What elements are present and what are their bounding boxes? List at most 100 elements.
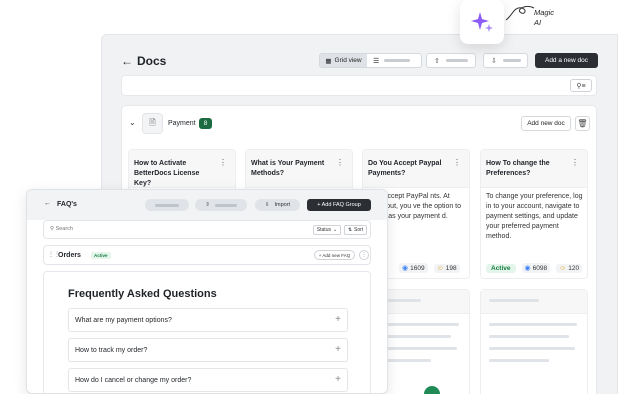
doc-card-body: To change your preference, log in to you… — [486, 193, 583, 240]
upload-icon: ⇧ — [434, 57, 440, 65]
eye-icon: ◉ — [524, 265, 531, 272]
eye-icon: ◉ — [402, 265, 409, 272]
doc-card-title: What is Your Payment Methods? — [251, 160, 325, 177]
status-badge: Active — [91, 252, 111, 259]
grid-icon: ▦ — [325, 57, 332, 65]
doc-card-footer: Active ◉ 6098 ☺ 120 — [486, 262, 583, 274]
label-placeholder — [384, 59, 411, 62]
more-vertical-icon[interactable]: ⋮ — [453, 158, 461, 167]
view-toggle: ▦ Grid view ☰ — [319, 53, 422, 68]
skeleton-line — [489, 359, 549, 362]
label-placeholder — [214, 203, 237, 207]
trash-icon[interactable]: 🗑 — [575, 116, 590, 131]
magic-ai-label-line1: Magic — [534, 8, 555, 17]
status-label: Status — [316, 227, 331, 233]
add-new-faq-button[interactable]: + Add new FAQ — [314, 250, 355, 260]
list-view-button[interactable]: ☰ — [367, 54, 421, 67]
more-vertical-icon[interactable]: ⋮ — [571, 158, 579, 167]
more-vertical-icon[interactable]: ⋮ — [336, 158, 344, 167]
stage: ← Docs ▦ Grid view ☰ ⇧ ⇩ Add a new doc ⚲… — [0, 0, 618, 394]
file-icon: 🗎 — [142, 113, 163, 134]
sort-button[interactable]: ⇅ Sort — [344, 225, 367, 235]
doc-card[interactable]: How To change the Preferences? ⋮ To chan… — [480, 149, 588, 279]
import-label: Import — [274, 202, 291, 208]
add-doc-button[interactable]: Add a new doc — [535, 53, 598, 68]
label-placeholder — [155, 203, 179, 207]
reactions-stat: ☺ 198 — [433, 263, 460, 273]
toolbar-pill[interactable] — [145, 199, 189, 211]
download-icon: ⇩ — [264, 202, 270, 208]
plus-icon[interactable]: + — [335, 344, 341, 355]
skeleton-line — [489, 323, 577, 326]
list-icon: ☰ — [373, 57, 380, 65]
sort-label: Sort — [354, 227, 364, 233]
category-label: Payment — [168, 120, 196, 127]
reactions-count: 120 — [568, 264, 580, 272]
search-icon: ⚲≡ — [576, 82, 586, 90]
faq-preview: Frequently Asked Questions What are my p… — [43, 271, 371, 393]
arrow-left-icon[interactable]: ← — [121, 54, 133, 68]
views-count: 6098 — [532, 264, 548, 272]
search-placeholder: ⚲ Search — [50, 226, 73, 232]
status-dropdown[interactable]: Status ⌄ — [313, 225, 341, 235]
import-button[interactable]: ⇩ Import — [255, 199, 300, 211]
faq-panel: ← FAQ's ⇧ ⇩ Import + Add FAQ Group ⚲ Sea… — [26, 189, 388, 394]
upload-button[interactable]: ⇧ — [426, 53, 476, 68]
doc-card-title: Do You Accept Paypal Payments? — [368, 160, 442, 177]
upload-button[interactable]: ⇧ — [195, 199, 247, 211]
skeleton-line — [489, 335, 569, 338]
reactions-stat: ☺ 120 — [556, 263, 583, 273]
download-button[interactable]: ⇩ — [483, 53, 528, 68]
sparkle-icon — [471, 12, 493, 32]
search-placeholder-text: Search — [55, 226, 73, 232]
faq-title: FAQ's — [57, 201, 77, 208]
label-placeholder — [445, 59, 468, 62]
more-vertical-icon[interactable]: ⋮ — [219, 158, 227, 167]
faq-question-row[interactable]: How to track my order? + — [68, 338, 348, 362]
views-stat: ◉ 6098 — [521, 263, 551, 273]
views-stat: ◉ 1609 — [399, 263, 428, 273]
pointer-curve — [505, 6, 535, 21]
doc-card-skeleton — [480, 289, 588, 394]
faq-question-row[interactable]: What are my payment options? + — [68, 308, 348, 332]
doc-card-footer: ◉ 1609 ☺ 198 — [399, 262, 464, 274]
more-icon[interactable]: ⋮ — [359, 250, 369, 260]
grid-view-button[interactable]: ▦ Grid view — [320, 54, 367, 67]
magic-ai-button[interactable] — [460, 0, 504, 44]
doc-card-title: How to Activate BetterDocs License Key? — [134, 160, 200, 187]
group-name: Orders — [58, 252, 81, 259]
faq-question-row[interactable]: How do I cancel or change my order? + — [68, 368, 348, 392]
magic-ai-label: Magic AI — [534, 8, 554, 28]
docs-search-bar[interactable]: ⚲≡ — [121, 75, 597, 96]
search-filter-button[interactable]: ⚲≡ — [570, 79, 592, 92]
smile-icon: ☺ — [436, 264, 444, 272]
arrow-left-icon[interactable]: ← — [44, 200, 51, 207]
skeleton-line — [489, 299, 539, 302]
faq-search-input[interactable]: ⚲ Search Status ⌄ ⇅ Sort — [43, 220, 371, 239]
smile-icon: ☺ — [559, 264, 567, 272]
skeleton-header — [481, 290, 587, 314]
faq-question: How to track my order? — [75, 347, 148, 354]
label-placeholder — [502, 59, 521, 62]
upload-icon: ⇧ — [205, 202, 210, 208]
plus-icon[interactable]: + — [335, 374, 341, 385]
sort-icon: ⇅ — [347, 227, 353, 233]
chevron-down-icon[interactable]: ⌄ — [129, 118, 136, 127]
category-count-badge: 8 — [199, 118, 212, 129]
chevron-down-icon: ⌄ — [332, 227, 338, 233]
views-count: 1609 — [410, 264, 425, 272]
faq-heading: Frequently Asked Questions — [68, 288, 217, 300]
download-icon: ⇩ — [491, 57, 497, 65]
plus-icon[interactable]: + — [335, 314, 341, 325]
page-title: Docs — [137, 54, 167, 68]
reactions-count: 198 — [445, 264, 457, 272]
add-faq-group-button[interactable]: + Add FAQ Group — [307, 199, 371, 211]
faq-question: How do I cancel or change my order? — [75, 377, 192, 384]
grid-view-label: Grid view — [334, 57, 362, 64]
faq-question: What are my payment options? — [75, 317, 172, 324]
add-new-doc-button[interactable]: Add new doc — [521, 116, 571, 131]
faq-group-row[interactable]: ⋮⋮ Orders Active + Add new FAQ ⋮ — [43, 245, 371, 265]
magic-ai-label-line2: AI — [534, 18, 542, 27]
skeleton-line — [489, 347, 575, 350]
doc-card-title: How To change the Preferences? — [486, 160, 550, 177]
